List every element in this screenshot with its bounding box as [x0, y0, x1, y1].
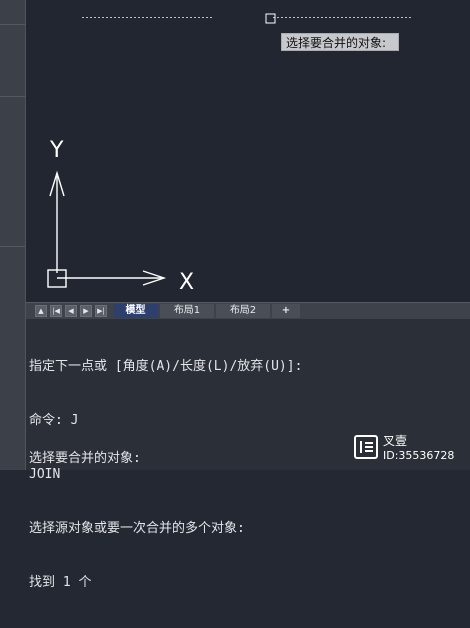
watermark: 叉壹 ID:35536728: [354, 432, 470, 468]
tab-next-button[interactable]: ▶: [80, 305, 92, 317]
command-history-line: JOIN: [29, 467, 61, 482]
command-history: 指定下一点或 [角度(A)/长度(L)/放弃(U)]: 命令: J JOIN 选…: [29, 322, 302, 628]
panel-divider: [0, 246, 25, 247]
ucs-x-label: X: [179, 270, 194, 295]
command-line-input[interactable]: 选择要合并的对象:: [29, 450, 141, 468]
ucs-icon: [47, 170, 167, 288]
panel-divider: [0, 24, 25, 25]
left-side-panel: [0, 0, 26, 470]
panel-divider: [0, 96, 25, 97]
dynamic-input-tooltip: 选择要合并的对象:: [281, 33, 399, 51]
tab-first-button[interactable]: |◀: [50, 305, 62, 317]
canvas-graphics: Y X: [47, 13, 413, 295]
command-history-line: 找到 1 个: [29, 575, 92, 590]
watermark-id: ID:35536728: [383, 449, 455, 462]
command-history-line: 选择源对象或要一次合并的多个对象:: [29, 521, 245, 536]
watermark-logo-icon: [354, 435, 378, 459]
watermark-name: 叉壹: [383, 434, 408, 448]
tab-layout1[interactable]: 布局1: [160, 304, 214, 318]
drawing-canvas[interactable]: Y X 选择要合并的对象:: [26, 0, 470, 302]
command-history-line: 命令: J: [29, 413, 79, 428]
command-history-line: 指定下一点或 [角度(A)/长度(L)/放弃(U)]:: [29, 359, 303, 374]
ucs-y-label: Y: [49, 138, 64, 163]
add-layout-button[interactable]: +: [272, 304, 300, 318]
tab-prev-button[interactable]: ◀: [65, 305, 77, 317]
layout-tab-bar: ▲ |◀ ◀ ▶ ▶| 模型 布局1 布局2 +: [26, 302, 470, 319]
tab-layout2[interactable]: 布局2: [216, 304, 270, 318]
tab-scroll-up-button[interactable]: ▲: [35, 305, 47, 317]
pickbox-cursor-icon: [265, 13, 276, 24]
tab-last-button[interactable]: ▶|: [95, 305, 107, 317]
tab-model[interactable]: 模型: [113, 304, 158, 318]
